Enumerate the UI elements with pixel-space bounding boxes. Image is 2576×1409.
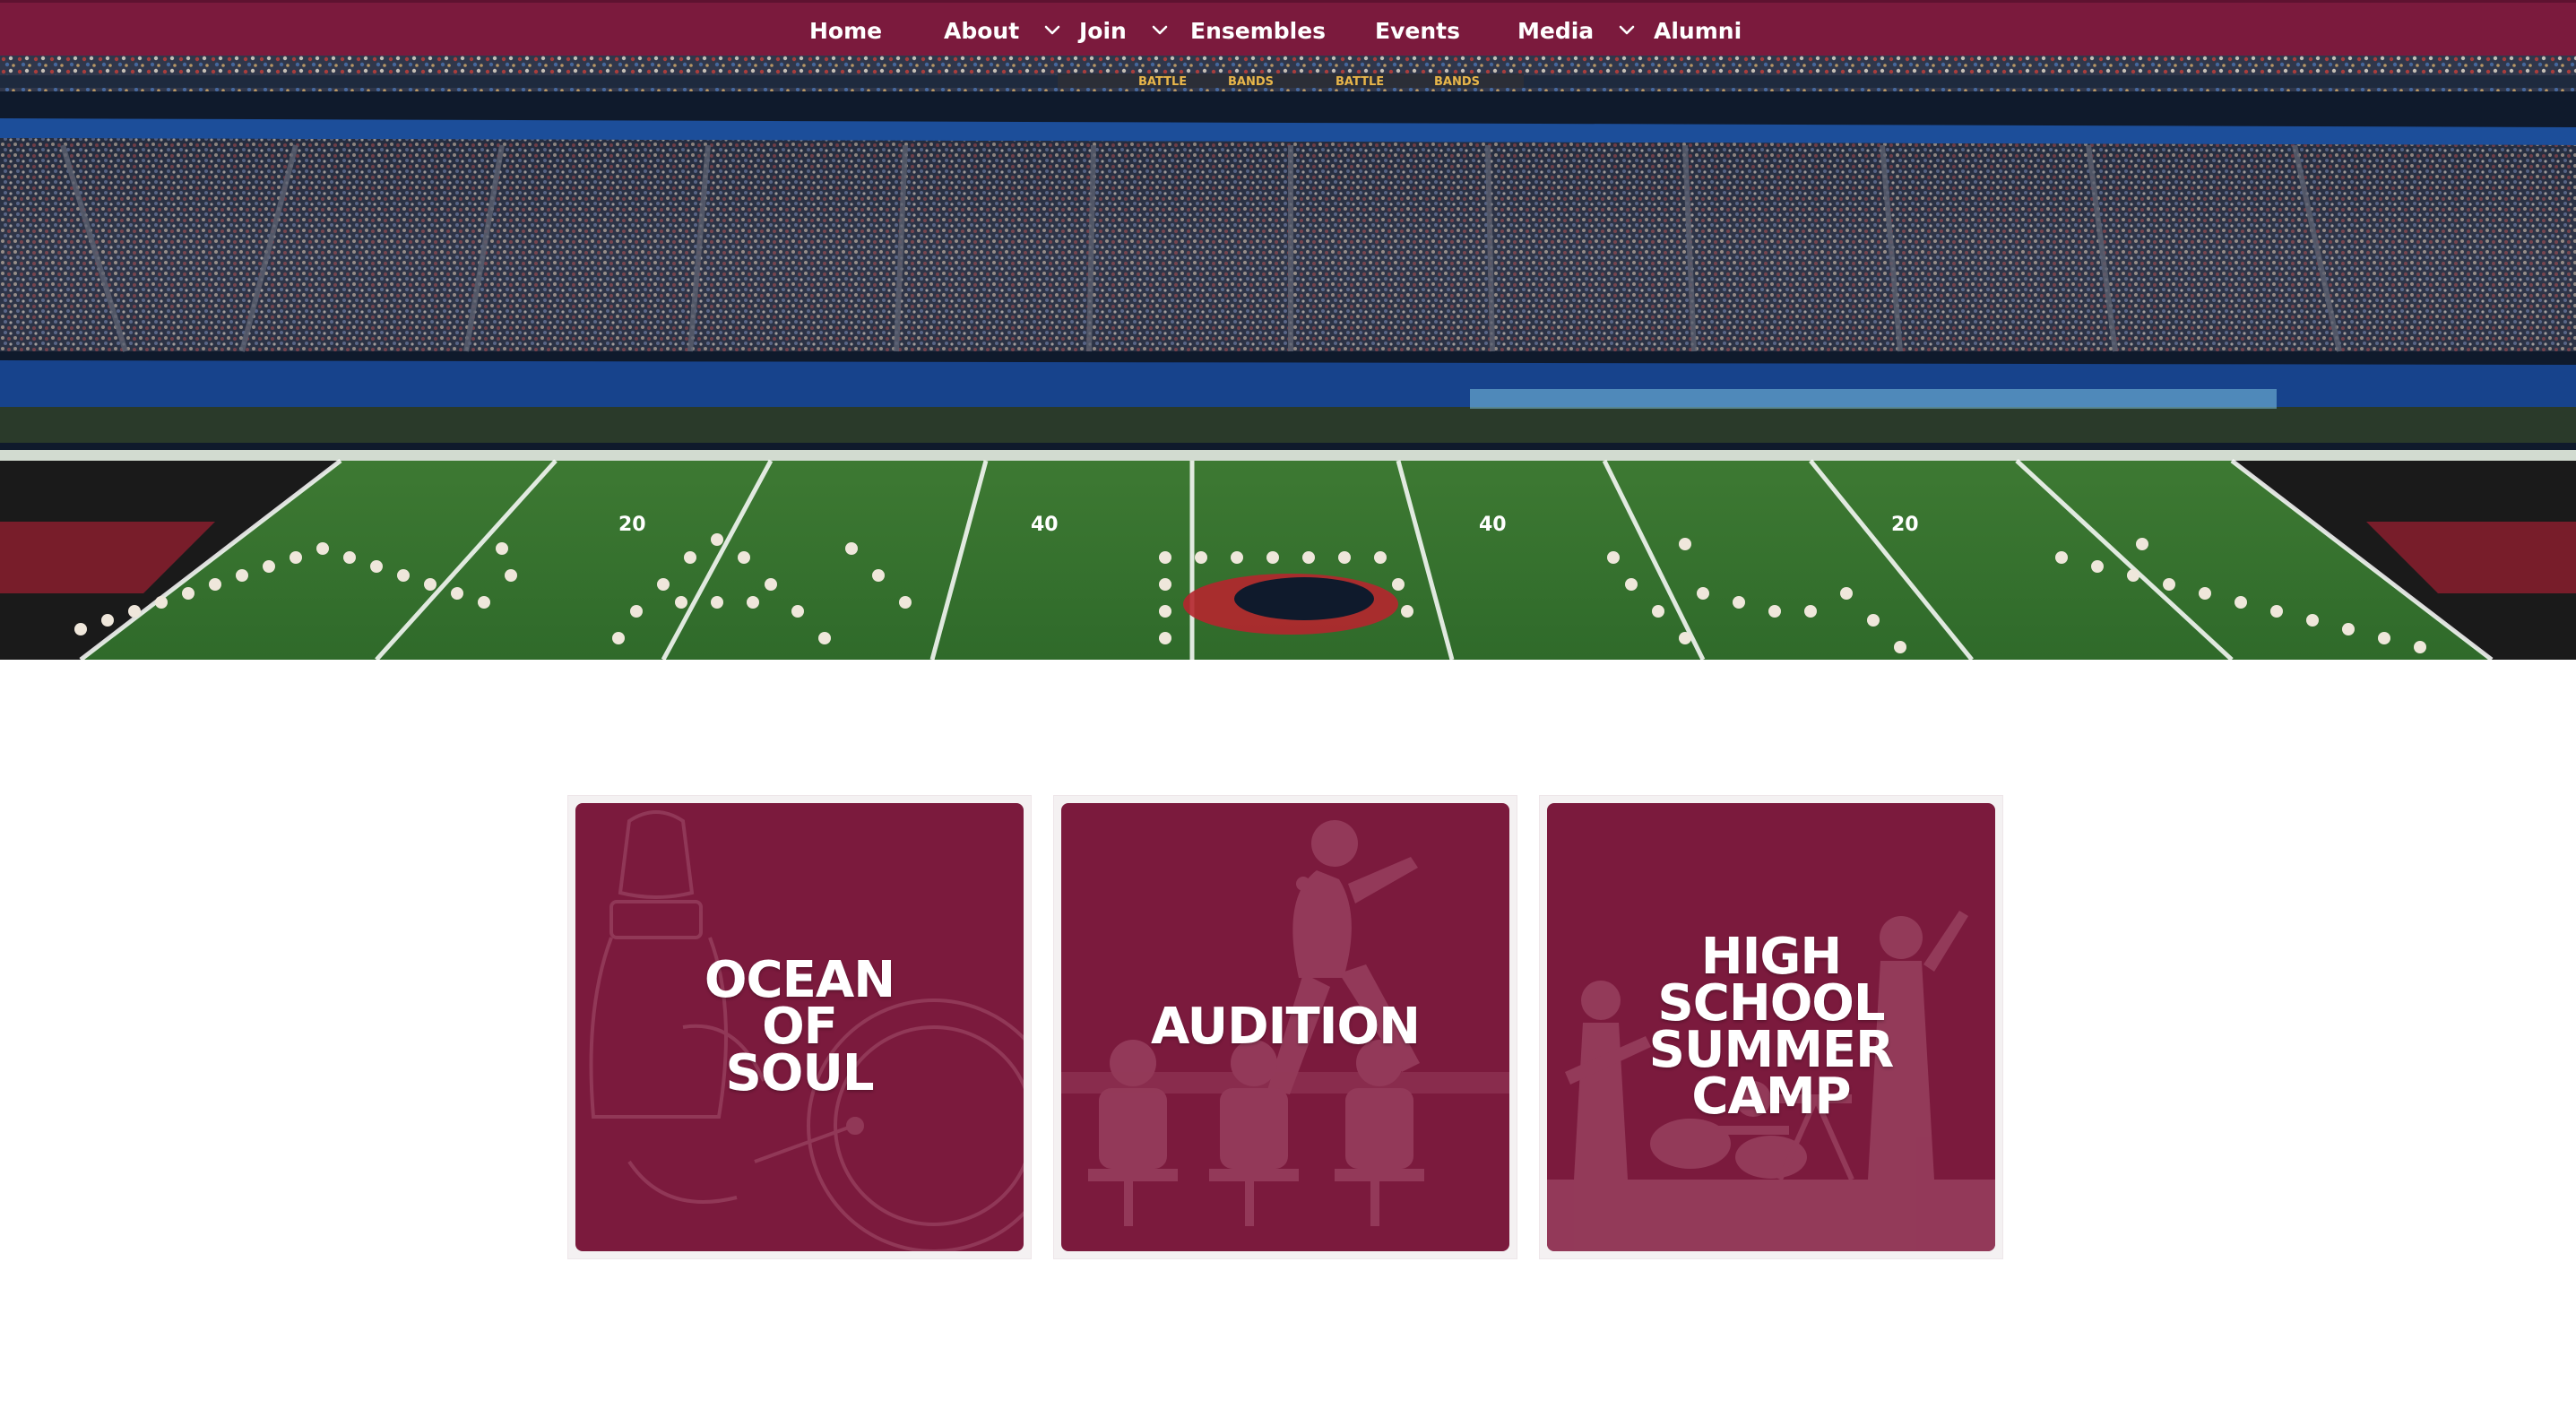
- chevron-down-icon[interactable]: [1617, 21, 1637, 40]
- nav-item-label: About: [944, 17, 1020, 44]
- nav-item-label: Ensembles: [1190, 17, 1327, 44]
- card-tile: AUDITION: [1061, 803, 1509, 1251]
- stadium-illustration: BATTLE BANDS BATTLE BANDS 20 40 40 20: [0, 56, 2576, 660]
- yard-number: 20: [1891, 514, 1919, 536]
- banner-text: BANDS: [1434, 75, 1480, 89]
- nav-item-media[interactable]: Media: [1517, 3, 1637, 58]
- card-tile: HIGH SCHOOL SUMMER CAMP: [1547, 803, 1995, 1251]
- card-ocean-of-soul[interactable]: OCEAN OF SOUL: [568, 796, 1031, 1258]
- card-tile: OCEAN OF SOUL: [575, 803, 1024, 1251]
- nav-item-events[interactable]: Events: [1375, 3, 1460, 58]
- chevron-down-icon[interactable]: [1150, 21, 1170, 40]
- banner-text: BATTLE: [1336, 75, 1384, 89]
- nav-item-alumni[interactable]: Alumni: [1654, 3, 1742, 58]
- nav-item-label: Alumni: [1654, 17, 1742, 44]
- yard-number: 40: [1031, 514, 1059, 536]
- nav-item-join[interactable]: Join: [1079, 3, 1170, 58]
- nav-item-ensembles[interactable]: Ensembles: [1190, 3, 1326, 58]
- card-high-school-summer-camp[interactable]: HIGH SCHOOL SUMMER CAMP: [1540, 796, 2002, 1258]
- nav-item-home[interactable]: Home: [809, 3, 882, 58]
- nav-item-label: Join: [1079, 17, 1127, 44]
- yard-number: 40: [1479, 514, 1507, 536]
- banner-text: BATTLE: [1138, 75, 1187, 89]
- card-title: HIGH SCHOOL SUMMER CAMP: [1648, 928, 1895, 1126]
- banner-text: BANDS: [1228, 75, 1274, 89]
- nav-item-label: Home: [809, 17, 883, 44]
- chevron-down-icon[interactable]: [1042, 21, 1062, 40]
- main-nav: Home About Join Ensembles Events Media A…: [0, 0, 2576, 56]
- nav-item-label: Events: [1375, 17, 1460, 44]
- nav-item-about[interactable]: About: [944, 3, 1062, 58]
- card-title: AUDITION: [1151, 998, 1421, 1056]
- yard-number: 20: [618, 514, 646, 536]
- hero-stadium-image: BATTLE BANDS BATTLE BANDS 20 40 40 20: [0, 56, 2576, 660]
- nav-item-label: Media: [1517, 17, 1595, 44]
- card-audition[interactable]: AUDITION: [1054, 796, 1517, 1258]
- card-title: OCEAN OF SOUL: [704, 951, 895, 1102]
- nav-list: Home About Join Ensembles Events Media A…: [0, 3, 2576, 58]
